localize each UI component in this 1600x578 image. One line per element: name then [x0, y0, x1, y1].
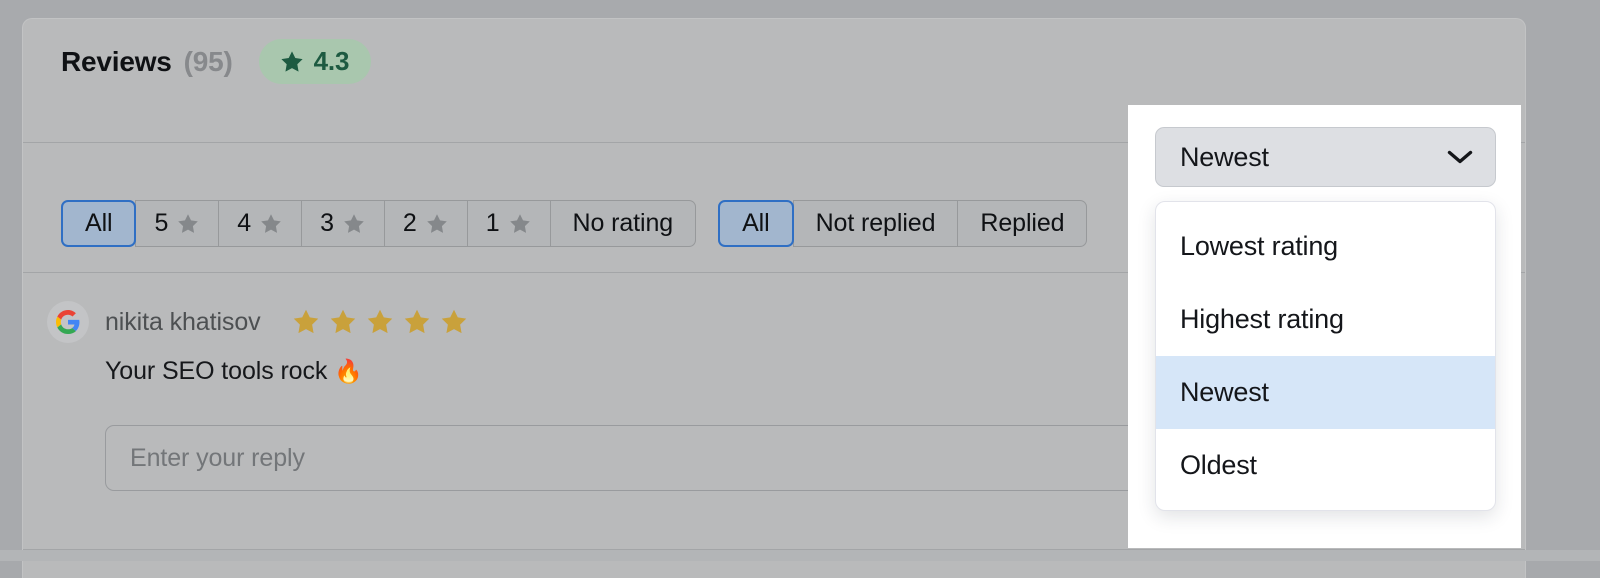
reply-filter-label: Replied	[980, 209, 1065, 237]
reviewer-name: nikita khatisov	[105, 307, 261, 336]
average-rating-value: 4.3	[313, 46, 350, 76]
rating-filter-group: All 5 4 3 2 1 No rating	[61, 200, 697, 247]
star-icon	[281, 50, 303, 72]
review-text: Your SEO tools rock 🔥	[105, 357, 363, 386]
avatar	[47, 301, 89, 343]
rating-filter-label: 5	[154, 209, 169, 237]
sort-option-highest-rating[interactable]: Highest rating	[1156, 283, 1495, 356]
star-icon	[330, 309, 355, 334]
rating-filter-label: No rating	[572, 209, 674, 237]
reviews-page: Reviews (95) 4.3 All 5 4 3 2 1 No rating All No…	[0, 0, 1600, 578]
rating-filter-3[interactable]: 3	[301, 200, 384, 247]
reply-filter-replied[interactable]: Replied	[957, 200, 1088, 247]
review-rating-stars	[291, 307, 469, 337]
rating-filter-4[interactable]: 4	[218, 200, 302, 247]
star-icon	[178, 213, 199, 233]
review-text-body: Your SEO tools rock	[105, 357, 328, 385]
reviews-heading-group: Reviews (95) 4.3	[61, 39, 372, 84]
star-icon	[509, 213, 530, 233]
rating-filter-label: 2	[402, 209, 417, 237]
reply-filter-label: Not replied	[815, 209, 936, 237]
fire-emoji-icon: 🔥	[334, 358, 363, 384]
rating-filter-label: 4	[237, 209, 252, 237]
rating-filter-no-rating[interactable]: No rating	[549, 200, 697, 247]
rating-filter-all[interactable]: All	[61, 200, 137, 247]
star-icon	[293, 309, 318, 334]
page-title: Reviews	[61, 45, 172, 77]
reply-filter-label: All	[742, 209, 770, 237]
google-icon	[56, 310, 80, 334]
rating-filter-label: 3	[320, 209, 334, 237]
reply-filter-not-replied[interactable]: Not replied	[792, 200, 958, 247]
sort-option-oldest[interactable]: Oldest	[1156, 429, 1495, 502]
rating-filter-label: All	[85, 209, 113, 237]
star-icon	[426, 213, 447, 233]
reply-filter-all[interactable]: All	[718, 200, 794, 247]
star-icon	[261, 213, 281, 233]
reply-filter-group: All Not replied Replied	[718, 200, 1088, 247]
star-icon	[367, 309, 392, 334]
star-icon	[404, 309, 429, 334]
average-rating-badge: 4.3	[258, 39, 372, 84]
chevron-down-icon	[1447, 150, 1473, 164]
filter-groups: All 5 4 3 2 1 No rating All Not replied Replied	[61, 200, 1088, 247]
sort-dropdown-overlay: Newest Lowest rating Highest rating Newest…	[1128, 105, 1521, 548]
rating-filter-1[interactable]: 1	[466, 200, 550, 247]
sort-selected-label: Newest	[1180, 141, 1269, 172]
page-background-strip	[0, 550, 1600, 561]
rating-filter-label: 1	[485, 209, 500, 237]
reviews-count: (95)	[183, 45, 233, 77]
sort-option-newest[interactable]: Newest	[1156, 356, 1495, 429]
sort-select-button[interactable]: Newest	[1155, 127, 1496, 187]
sort-options-menu: Lowest rating Highest rating Newest Oldest	[1155, 201, 1496, 511]
sort-option-lowest-rating[interactable]: Lowest rating	[1156, 210, 1495, 283]
reviewer-line: nikita khatisov	[47, 301, 469, 343]
star-icon	[441, 309, 466, 334]
star-icon	[344, 213, 364, 233]
rating-filter-2[interactable]: 2	[383, 200, 467, 247]
rating-filter-5[interactable]: 5	[135, 200, 219, 247]
